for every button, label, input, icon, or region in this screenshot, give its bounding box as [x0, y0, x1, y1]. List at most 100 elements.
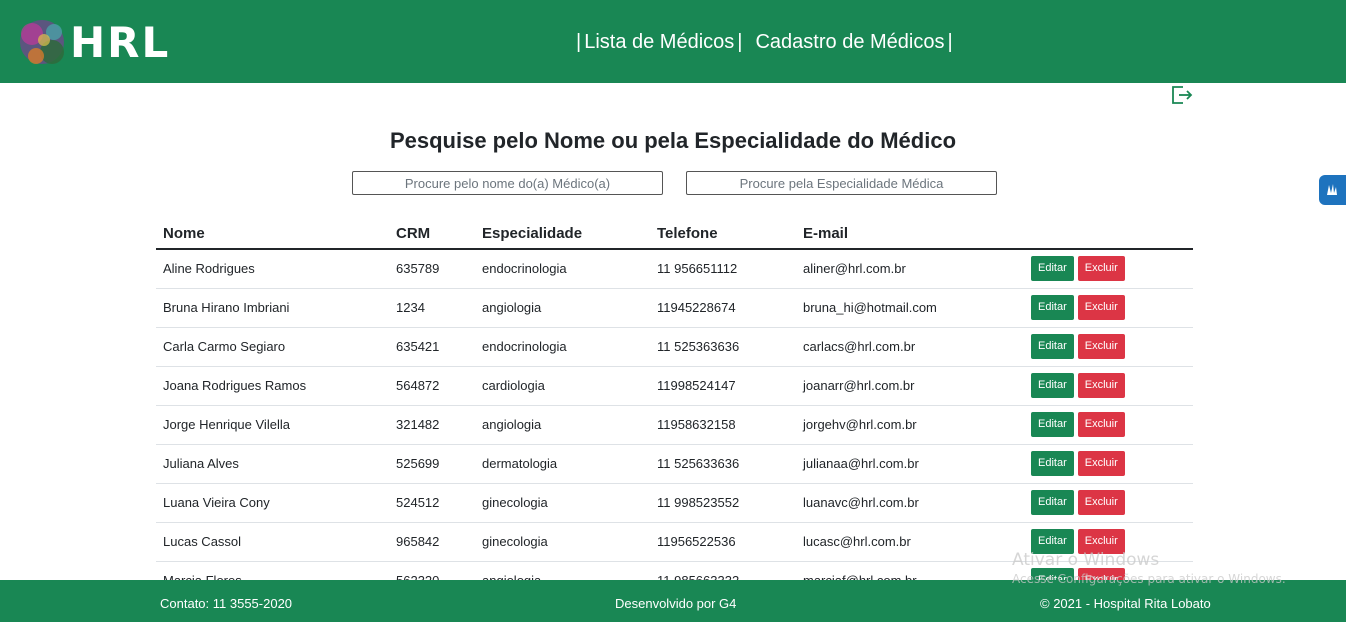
- edit-button[interactable]: Editar: [1031, 295, 1074, 320]
- col-header-nome: Nome: [156, 218, 389, 250]
- cell-actions: Editar Excluir: [1024, 483, 1193, 523]
- cell-email: carlacs@hrl.com.br: [796, 327, 1024, 367]
- cell-nome: Juliana Alves: [156, 444, 389, 484]
- cell-especialidade: dermatologia: [475, 444, 650, 484]
- cell-nome: Jorge Henrique Vilella: [156, 405, 389, 445]
- cell-telefone: 11 985663332: [650, 561, 796, 580]
- cell-email: lucasc@hrl.com.br: [796, 522, 1024, 562]
- cell-nome: Lucas Cassol: [156, 522, 389, 562]
- cell-nome: Aline Rodrigues: [156, 249, 389, 289]
- hrl-logo[interactable]: HRL: [14, 12, 174, 72]
- logout-icon[interactable]: [1170, 84, 1194, 106]
- cell-crm: 525699: [389, 444, 475, 484]
- sign-language-icon: [1327, 184, 1337, 195]
- main-nav: | Lista de Médicos | Cadastro de Médicos |: [573, 31, 956, 54]
- cell-especialidade: ginecologia: [475, 483, 650, 523]
- cell-telefone: 11 998523552: [650, 483, 796, 523]
- cell-email: jorgehv@hrl.com.br: [796, 405, 1024, 445]
- cell-crm: 965842: [389, 522, 475, 562]
- cell-crm: 321482: [389, 405, 475, 445]
- col-header-email: E-mail: [796, 218, 1024, 250]
- cell-nome: Joana Rodrigues Ramos: [156, 366, 389, 406]
- cell-telefone: 11 525633636: [650, 444, 796, 484]
- cell-email: aliner@hrl.com.br: [796, 249, 1024, 289]
- table-row: Joana Rodrigues Ramos 564872 cardiologia 11…: [156, 366, 1193, 406]
- cell-email: bruna_hi@hotmail.com: [796, 288, 1024, 328]
- cell-email: marciaf@hrl.com.br: [796, 561, 1024, 580]
- delete-button[interactable]: Excluir: [1077, 334, 1125, 359]
- nav-separator: |: [576, 31, 582, 53]
- cell-actions: Editar Excluir: [1024, 444, 1193, 484]
- watermark-subtitle: Acesse Configurações para ativar o Windo…: [1012, 572, 1286, 586]
- page-title: Pesquise pelo Nome ou pela Especialidade…: [389, 128, 957, 153]
- col-header-crm: CRM: [389, 218, 475, 250]
- cell-crm: 635421: [389, 327, 475, 367]
- delete-button[interactable]: Excluir: [1077, 295, 1125, 320]
- delete-button[interactable]: Excluir: [1077, 412, 1125, 437]
- search-specialty-input[interactable]: [686, 171, 997, 195]
- table-row: Bruna Hirano Imbriani 1234 angiologia 11945…: [156, 288, 1193, 328]
- cell-telefone: 11956522536: [650, 522, 796, 562]
- cell-especialidade: angiologia: [475, 561, 650, 580]
- table-row: Carla Carmo Segiaro 635421 endocrinologia 1…: [156, 327, 1193, 367]
- cell-crm: 1234: [389, 288, 475, 328]
- cell-email: joanarr@hrl.com.br: [796, 366, 1024, 406]
- cell-actions: Editar Excluir: [1024, 366, 1193, 406]
- accessibility-button[interactable]: [1319, 175, 1346, 205]
- footer-contact: Contato: 11 3555-2020: [160, 596, 293, 611]
- cell-nome: Carla Carmo Segiaro: [156, 327, 389, 367]
- col-header-actions: [1024, 218, 1193, 250]
- cell-telefone: 11945228674: [650, 288, 796, 328]
- cell-especialidade: angiologia: [475, 405, 650, 445]
- table-row: Aline Rodrigues 635789 endocrinologia 11 95…: [156, 249, 1193, 289]
- edit-button[interactable]: Editar: [1031, 256, 1074, 282]
- table-header-row: Nome CRM Especialidade Telefone E-mail: [156, 218, 1193, 250]
- delete-button[interactable]: Excluir: [1077, 373, 1125, 398]
- cell-actions: Editar Excluir: [1024, 327, 1193, 367]
- cell-crm: 635789: [389, 249, 475, 289]
- cell-telefone: 11 956651112: [650, 249, 796, 289]
- cell-crm: 562320: [389, 561, 475, 580]
- top-header: HRL | Lista de Médicos | Cadastro de Médico…: [0, 0, 1346, 83]
- nav-lista-medicos[interactable]: Lista de Médicos: [584, 31, 734, 53]
- nav-separator: |: [737, 31, 743, 53]
- logo-text: HRL: [70, 18, 171, 67]
- cell-especialidade: endocrinologia: [475, 327, 650, 367]
- edit-button[interactable]: Editar: [1031, 451, 1074, 476]
- cell-crm: 524512: [389, 483, 475, 523]
- cell-especialidade: endocrinologia: [475, 249, 650, 289]
- cell-actions: Editar Excluir: [1024, 249, 1193, 289]
- nav-separator: |: [947, 31, 953, 53]
- footer: Contato: 11 3555-2020 Desenvolvido por G…: [0, 580, 1346, 622]
- windows-activation-watermark: Ativar o Windows Acesse Configurações pa…: [1012, 550, 1286, 586]
- table-row: Luana Vieira Cony 524512 ginecologia 11 998…: [156, 483, 1193, 523]
- cell-actions: Editar Excluir: [1024, 405, 1193, 445]
- edit-button[interactable]: Editar: [1031, 412, 1074, 437]
- cell-nome: Marcia Flores: [156, 561, 389, 580]
- search-name-input[interactable]: [352, 171, 663, 195]
- col-header-telefone: Telefone: [650, 218, 796, 250]
- edit-button[interactable]: Editar: [1031, 334, 1074, 359]
- cell-especialidade: ginecologia: [475, 522, 650, 562]
- logo-art-icon: [20, 20, 64, 64]
- cell-especialidade: cardiologia: [475, 366, 650, 406]
- doctors-table-container: Nome CRM Especialidade Telefone E-mail A…: [156, 218, 1193, 580]
- nav-cadastro-medicos[interactable]: Cadastro de Médicos: [755, 31, 944, 53]
- delete-button[interactable]: Excluir: [1077, 256, 1125, 282]
- delete-button[interactable]: Excluir: [1077, 490, 1125, 515]
- cell-telefone: 11958632158: [650, 405, 796, 445]
- col-header-especialidade: Especialidade: [475, 218, 650, 250]
- cell-telefone: 11 525363636: [650, 327, 796, 367]
- cell-email: luanavc@hrl.com.br: [796, 483, 1024, 523]
- cell-nome: Bruna Hirano Imbriani: [156, 288, 389, 328]
- edit-button[interactable]: Editar: [1031, 373, 1074, 398]
- doctors-table: Nome CRM Especialidade Telefone E-mail A…: [156, 218, 1193, 580]
- cell-nome: Luana Vieira Cony: [156, 483, 389, 523]
- footer-developer: Desenvolvido por G4: [615, 596, 737, 611]
- delete-button[interactable]: Excluir: [1077, 451, 1125, 476]
- table-row: Juliana Alves 525699 dermatologia 11 525633…: [156, 444, 1193, 484]
- cell-crm: 564872: [389, 366, 475, 406]
- cell-telefone: 11998524147: [650, 366, 796, 406]
- edit-button[interactable]: Editar: [1031, 490, 1074, 515]
- cell-email: julianaa@hrl.com.br: [796, 444, 1024, 484]
